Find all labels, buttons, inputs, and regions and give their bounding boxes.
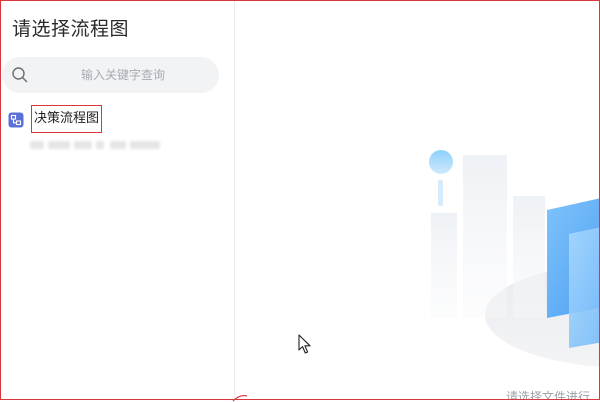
flowchart-sidebar: 请选择流程图 决策流程图	[0, 0, 235, 400]
search-icon	[12, 67, 28, 83]
empty-state-illustration	[429, 150, 600, 367]
preview-area: 请选择文件进行	[235, 0, 600, 400]
empty-state-hint: 请选择文件进行	[506, 390, 591, 400]
tree-item-decision-flowchart[interactable]: 决策流程图	[8, 105, 103, 133]
sidebar-title: 请选择流程图	[12, 18, 130, 40]
red-corner-mark	[232, 394, 248, 402]
search-box[interactable]	[2, 57, 219, 93]
search-input[interactable]	[38, 57, 208, 93]
mouse-pointer-icon	[298, 334, 311, 354]
tree-item-label[interactable]: 决策流程图	[31, 105, 103, 133]
blurred-item-details	[30, 141, 162, 149]
flowchart-icon	[8, 112, 24, 128]
